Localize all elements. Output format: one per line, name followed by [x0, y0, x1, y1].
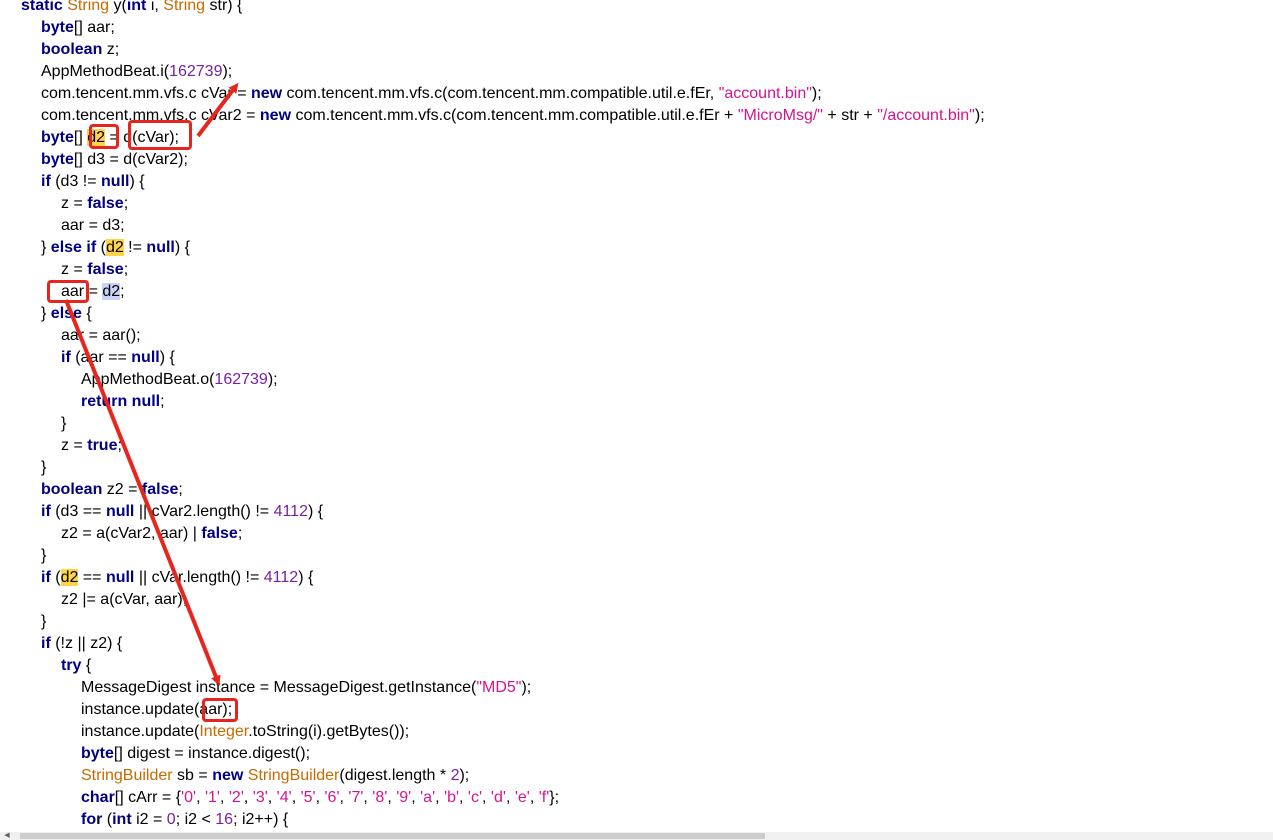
scrollbar-thumb[interactable]	[20, 833, 765, 839]
chevron-left-icon[interactable]: ◀	[0, 832, 14, 840]
annotation-arrow-to-cvar	[196, 82, 239, 138]
annotation-arrows	[64, 82, 239, 686]
annotation-arrow-to-update-aar	[64, 299, 221, 686]
horizontal-scrollbar[interactable]: ◀	[0, 832, 1273, 840]
